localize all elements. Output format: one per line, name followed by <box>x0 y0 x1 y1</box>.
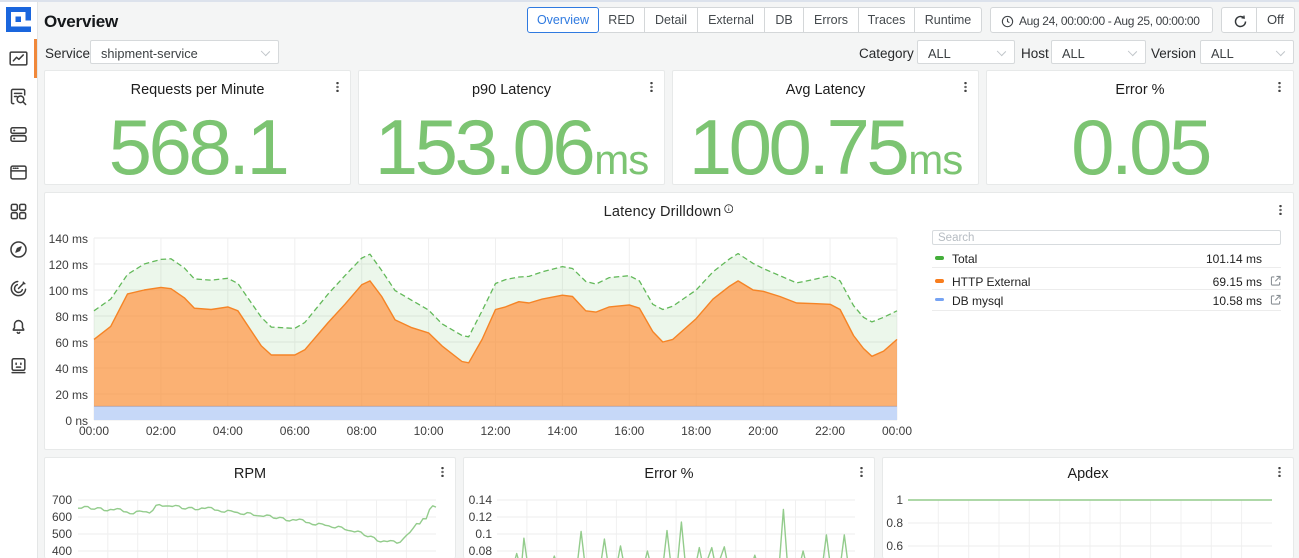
svg-text:0.6: 0.6 <box>886 539 903 553</box>
svg-text:1: 1 <box>896 493 903 507</box>
svg-text:0.8: 0.8 <box>886 516 903 530</box>
